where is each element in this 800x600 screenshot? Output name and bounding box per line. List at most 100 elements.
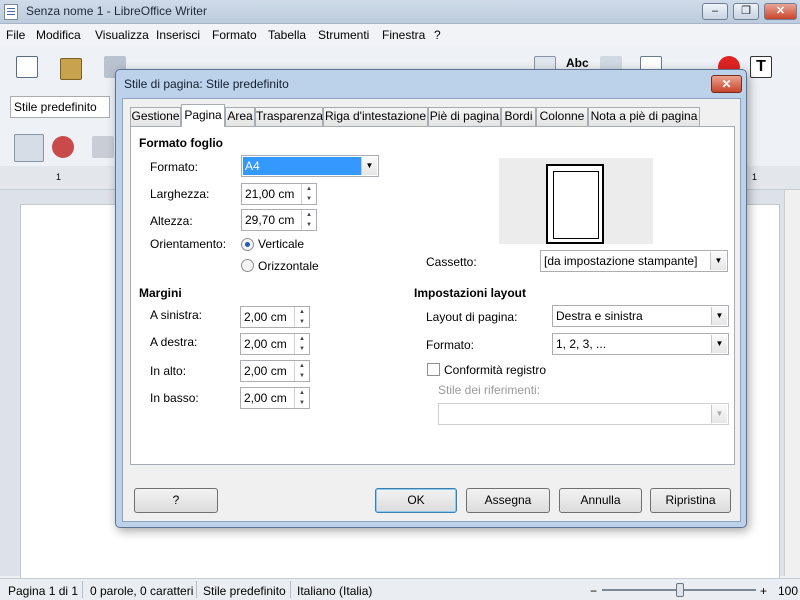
writer-app-icon	[4, 4, 18, 20]
status-separator	[196, 581, 197, 598]
register-true-checkbox[interactable]	[427, 363, 440, 376]
landscape-radio[interactable]	[241, 259, 254, 272]
menu-tabella[interactable]: Tabella	[268, 28, 306, 42]
margin-right-spin-buttons[interactable]: ▲ ▼	[294, 334, 309, 354]
minimize-button[interactable]: –	[702, 3, 728, 20]
page-preview-icon[interactable]	[14, 134, 44, 162]
tab-pie-di-pagina[interactable]: Piè di pagina	[428, 107, 501, 126]
spin-down-icon[interactable]: ▼	[295, 344, 309, 354]
margin-left-spin-buttons[interactable]: ▲ ▼	[294, 307, 309, 327]
tab-bordi[interactable]: Bordi	[501, 107, 536, 126]
margin-right-label: A destra:	[150, 335, 198, 349]
menu-strumenti[interactable]: Strumenti	[318, 28, 369, 42]
spin-up-icon[interactable]: ▲	[302, 210, 316, 220]
new-document-icon[interactable]	[16, 56, 38, 78]
menu-formato[interactable]: Formato	[212, 28, 257, 42]
paragraph-style-value: Stile predefinito	[14, 100, 97, 114]
menu-file[interactable]: File	[6, 28, 25, 42]
margin-left-label: A sinistra:	[150, 308, 203, 322]
tab-area[interactable]: Area	[225, 107, 255, 126]
menu-visualizza[interactable]: Visualizza	[95, 28, 149, 42]
vertical-scrollbar[interactable]	[784, 190, 800, 576]
zoom-level[interactable]: 100	[778, 584, 798, 598]
close-window-button[interactable]: ✕	[764, 3, 797, 20]
status-page-style[interactable]: Stile predefinito	[203, 584, 286, 598]
status-page[interactable]: Pagina 1 di 1	[8, 584, 78, 598]
register-true-label[interactable]: Conformità registro	[444, 363, 546, 377]
page-layout-combo[interactable]: Destra e sinistra ▼	[552, 305, 729, 327]
margin-right-spinfield[interactable]: 2,00 cm ▲ ▼	[240, 333, 310, 355]
paper-format-value: A4	[243, 157, 361, 175]
chevron-down-icon[interactable]: ▼	[711, 335, 727, 353]
chevron-down-icon[interactable]: ▼	[710, 252, 726, 270]
page-preview-sheet	[546, 164, 604, 244]
zoom-slider-thumb[interactable]	[676, 583, 684, 597]
autospell-label[interactable]: Abc	[566, 56, 589, 70]
menu-finestra[interactable]: Finestra	[382, 28, 425, 42]
portrait-radio[interactable]	[241, 238, 254, 251]
window-title: Senza nome 1 - LibreOffice Writer	[26, 4, 207, 18]
tab-colonne[interactable]: Colonne	[536, 107, 588, 126]
spin-down-icon[interactable]: ▼	[302, 220, 316, 230]
height-value: 29,70 cm	[245, 213, 295, 227]
format-label: Formato:	[150, 160, 199, 174]
tray-label: Cassetto:	[426, 255, 477, 269]
spin-up-icon[interactable]: ▲	[295, 388, 309, 398]
margin-bottom-spin-buttons[interactable]: ▲ ▼	[294, 388, 309, 408]
page-layout-value: Destra e sinistra	[556, 309, 643, 323]
tab-pagina[interactable]: Pagina	[181, 104, 225, 127]
paragraph-style-combo[interactable]: Stile predefinito	[10, 96, 110, 118]
numbering-format-value: 1, 2, 3, ...	[556, 337, 607, 351]
paper-tray-value: [da impostazione stampante]	[544, 254, 698, 268]
spin-up-icon[interactable]: ▲	[295, 334, 309, 344]
numbering-format-combo[interactable]: 1, 2, 3, ... ▼	[552, 333, 729, 355]
spin-down-icon[interactable]: ▼	[302, 194, 316, 204]
maximize-button[interactable]: ❐	[733, 3, 759, 20]
margin-right-value: 2,00 cm	[244, 337, 287, 351]
cancel-button[interactable]: Annulla	[559, 488, 642, 513]
margin-left-spinfield[interactable]: 2,00 cm ▲ ▼	[240, 306, 310, 328]
width-spin-buttons[interactable]: ▲ ▼	[301, 184, 316, 204]
spin-down-icon[interactable]: ▼	[295, 398, 309, 408]
chevron-down-icon[interactable]: ▼	[711, 307, 727, 325]
width-spinfield[interactable]: 21,00 cm ▲ ▼	[241, 183, 317, 205]
tab-gestione[interactable]: Gestione	[130, 107, 181, 126]
height-spinfield[interactable]: 29,70 cm ▲ ▼	[241, 209, 317, 231]
apply-button[interactable]: Assegna	[466, 488, 550, 513]
spin-down-icon[interactable]: ▼	[295, 371, 309, 381]
numbering-format-label: Formato:	[426, 338, 475, 352]
paper-format-combo[interactable]: A4 ▼	[241, 155, 379, 177]
tab-riga-intestazione[interactable]: Riga d'intestazione	[323, 107, 428, 126]
portrait-label[interactable]: Verticale	[258, 237, 304, 251]
spin-up-icon[interactable]: ▲	[295, 361, 309, 371]
margin-bottom-spinfield[interactable]: 2,00 cm ▲ ▼	[240, 387, 310, 409]
text-box-icon[interactable]: T	[750, 56, 772, 78]
open-folder-icon[interactable]	[60, 58, 82, 80]
status-separator	[82, 581, 83, 598]
margin-top-spin-buttons[interactable]: ▲ ▼	[294, 361, 309, 381]
paper-tray-combo[interactable]: [da impostazione stampante] ▼	[540, 250, 728, 272]
menu-help[interactable]: ?	[434, 28, 441, 42]
height-spin-buttons[interactable]: ▲ ▼	[301, 210, 316, 230]
menu-modifica[interactable]: Modifica	[36, 28, 81, 42]
zoom-out-button[interactable]: −	[590, 584, 597, 598]
landscape-label[interactable]: Orizzontale	[258, 259, 319, 273]
spin-up-icon[interactable]: ▲	[302, 184, 316, 194]
tab-nota-pie-di-pagina[interactable]: Nota a piè di pagina	[588, 107, 700, 126]
status-word-count[interactable]: 0 parole, 0 caratteri	[90, 584, 193, 598]
tab-trasparenza[interactable]: Trasparenza	[255, 107, 323, 126]
dialog-close-button[interactable]: ✕	[711, 75, 742, 93]
reset-button[interactable]: Ripristina	[650, 488, 731, 513]
help-button[interactable]: ?	[134, 488, 218, 513]
back-icon[interactable]	[92, 136, 114, 158]
spin-up-icon[interactable]: ▲	[295, 307, 309, 317]
dialog-client-area: Gestione Pagina Area Trasparenza Riga d'…	[122, 98, 741, 522]
macro-record-icon[interactable]	[52, 136, 74, 158]
chevron-down-icon[interactable]: ▼	[361, 157, 377, 175]
zoom-in-button[interactable]: +	[760, 584, 767, 598]
margin-top-spinfield[interactable]: 2,00 cm ▲ ▼	[240, 360, 310, 382]
ok-button[interactable]: OK	[375, 488, 457, 513]
menu-inserisci[interactable]: Inserisci	[156, 28, 200, 42]
spin-down-icon[interactable]: ▼	[295, 317, 309, 327]
status-language[interactable]: Italiano (Italia)	[297, 584, 372, 598]
